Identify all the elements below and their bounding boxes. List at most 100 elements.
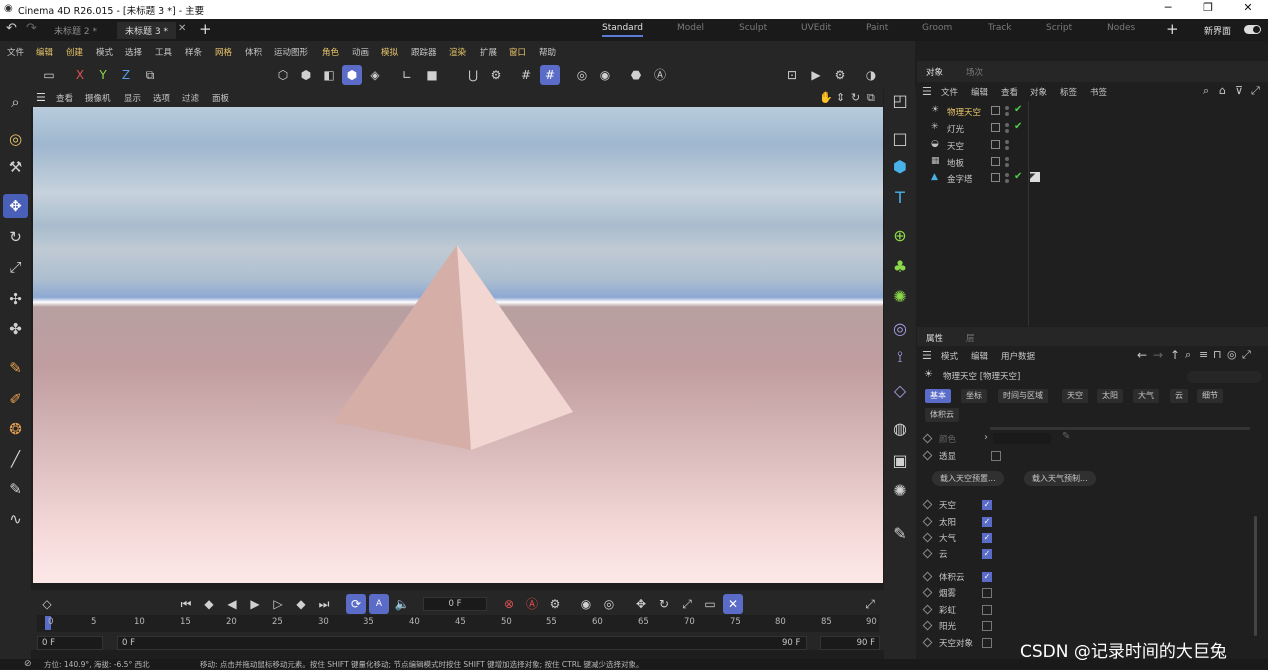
prev-frame-icon[interactable]: ◀ bbox=[222, 594, 242, 614]
visibility-tag-icon[interactable] bbox=[991, 123, 1000, 132]
grid-icon[interactable]: # bbox=[516, 65, 536, 85]
visibility-tag-icon[interactable] bbox=[991, 157, 1000, 166]
forward-arrow-icon[interactable]: → bbox=[1153, 348, 1163, 362]
live-select-icon[interactable]: ◎ bbox=[3, 127, 28, 151]
object-menu-edit[interactable]: 编辑 bbox=[971, 86, 988, 98]
paint-icon[interactable]: ✎ bbox=[3, 477, 28, 501]
go-to-end-icon[interactable]: ⏭ bbox=[314, 594, 334, 614]
workplane-icon[interactable]: ■ bbox=[422, 65, 442, 85]
menu-mode[interactable]: 模式 bbox=[96, 46, 113, 58]
object-row-sky[interactable]: ◒ 天空 bbox=[917, 137, 1268, 153]
object-row-pyramid[interactable]: ▲ 金字塔 ✔ ◤ bbox=[917, 170, 1268, 186]
enabled-check-icon[interactable]: ✔ bbox=[1014, 121, 1022, 132]
tab-objects[interactable]: 对象 bbox=[926, 66, 943, 78]
menu-simulate[interactable]: 模拟 bbox=[381, 46, 398, 58]
transform-icon[interactable]: ✣ bbox=[3, 287, 28, 311]
next-frame-icon[interactable]: ▷ bbox=[268, 594, 288, 614]
lock-icon[interactable]: ⊓ bbox=[1213, 348, 1222, 361]
bend-icon[interactable]: ⟟ bbox=[888, 345, 912, 369]
viewport-menu-display[interactable]: 显示 bbox=[124, 92, 141, 104]
display-icon[interactable]: ◑ bbox=[861, 65, 881, 85]
tab-coordinates[interactable]: 坐标 bbox=[961, 389, 987, 403]
multi-transform-icon[interactable]: ✤ bbox=[3, 317, 28, 341]
move-tool-icon[interactable]: ✥ bbox=[3, 194, 28, 218]
doc-tab-2[interactable]: 未标题 3 * bbox=[117, 22, 176, 39]
menu-spline[interactable]: 样条 bbox=[185, 46, 202, 58]
render-settings-icon[interactable]: ⚙ bbox=[830, 65, 850, 85]
auto-key-icon[interactable]: Ⓐ bbox=[522, 594, 542, 614]
minimize-button[interactable]: ─ bbox=[1154, 1, 1182, 14]
atmosphere-checkbox[interactable]: ✓ bbox=[982, 533, 992, 543]
tab-sky[interactable]: 天空 bbox=[1062, 389, 1088, 403]
layout-sculpt[interactable]: Sculpt bbox=[739, 23, 767, 33]
render-dot-icon[interactable] bbox=[1005, 129, 1009, 133]
load-weather-preset-button[interactable]: 载入天气预制... bbox=[1024, 471, 1096, 486]
back-arrow-icon[interactable]: ← bbox=[1137, 348, 1147, 362]
menu-tools[interactable]: 工具 bbox=[155, 46, 172, 58]
menu-help[interactable]: 帮助 bbox=[539, 46, 556, 58]
new-window-icon[interactable]: ⤢ bbox=[1242, 348, 1251, 362]
rotate-tool-icon[interactable]: ↻ bbox=[3, 225, 28, 249]
editor-dot-icon[interactable] bbox=[1005, 106, 1009, 110]
loop-icon[interactable]: ⟳ bbox=[346, 594, 366, 614]
field-icon[interactable]: ◇ bbox=[888, 379, 912, 403]
polygons-mode-icon[interactable]: ◧ bbox=[319, 65, 339, 85]
menu-render[interactable]: 渲染 bbox=[449, 46, 466, 58]
sketch-icon[interactable]: ✐ bbox=[3, 387, 28, 411]
key-scale-icon[interactable]: ⤢ bbox=[677, 594, 697, 614]
undo-icon[interactable]: ↶ bbox=[6, 21, 17, 36]
polygon-pen-icon[interactable]: ❂ bbox=[3, 417, 28, 441]
current-frame-field[interactable]: 0 F bbox=[423, 597, 487, 611]
tab-attributes[interactable]: 属性 bbox=[926, 332, 943, 344]
sunbeams-checkbox[interactable] bbox=[982, 621, 992, 631]
text-icon[interactable]: T bbox=[888, 186, 912, 210]
render-dot-icon[interactable] bbox=[1005, 179, 1009, 183]
attr-menu-userdata[interactable]: 用户数据 bbox=[1001, 350, 1035, 362]
target-icon[interactable]: ◎ bbox=[1227, 348, 1237, 361]
attr-menu-mode[interactable]: 模式 bbox=[941, 350, 958, 362]
tab-layers[interactable]: 层 bbox=[966, 332, 975, 344]
attr-scrollbar[interactable] bbox=[1254, 516, 1257, 636]
object-menu-bookmarks[interactable]: 书签 bbox=[1090, 86, 1107, 98]
end-frame-field[interactable]: 90 F bbox=[820, 636, 880, 650]
tab-details[interactable]: 细节 bbox=[1197, 389, 1223, 403]
record-icon[interactable]: ⊗ bbox=[499, 594, 519, 614]
editor-dot-icon[interactable] bbox=[1005, 173, 1009, 177]
cloner-cluster-icon[interactable]: ♣ bbox=[888, 255, 912, 279]
axis-z-button[interactable]: Z bbox=[116, 65, 136, 85]
menu-tracker[interactable]: 跟踪器 bbox=[411, 46, 437, 58]
object-icon[interactable]: ⬣ bbox=[626, 65, 646, 85]
points-mode-icon[interactable]: ⬡ bbox=[273, 65, 293, 85]
environment-icon[interactable]: ◍ bbox=[888, 417, 912, 441]
deformer-icon[interactable]: ◎ bbox=[888, 317, 912, 341]
render-dot-icon[interactable] bbox=[1005, 163, 1009, 167]
new-ui-toggle[interactable] bbox=[1244, 25, 1261, 34]
volume-clouds-checkbox[interactable]: ✓ bbox=[982, 572, 992, 582]
tab-basic[interactable]: 基本 bbox=[925, 389, 951, 403]
scale-tool-icon[interactable]: ⤢ bbox=[3, 255, 28, 279]
render-dot-icon[interactable] bbox=[1005, 146, 1009, 150]
select-tool-icon[interactable]: ⚒ bbox=[3, 155, 28, 179]
viewport-menu-options[interactable]: 选项 bbox=[153, 92, 170, 104]
fog-checkbox[interactable] bbox=[982, 588, 992, 598]
edit-icon[interactable]: ✎ bbox=[888, 522, 912, 546]
menu-window[interactable]: 窗口 bbox=[509, 46, 526, 58]
viewport-menu-filter[interactable]: 过滤 bbox=[182, 92, 199, 104]
editor-dot-icon[interactable] bbox=[1005, 157, 1009, 161]
cloner-icon[interactable]: Ⓐ bbox=[650, 65, 670, 85]
object-menu-file[interactable]: 文件 bbox=[941, 86, 958, 98]
object-menu-icon[interactable]: ☰ bbox=[922, 85, 932, 98]
render-region-icon[interactable]: ⊡ bbox=[782, 65, 802, 85]
layout-paint[interactable]: Paint bbox=[866, 23, 888, 33]
enabled-check-icon[interactable]: ✔ bbox=[1014, 171, 1022, 182]
coordinate-system-icon[interactable]: ⧉ bbox=[140, 65, 160, 85]
key-pla-icon[interactable]: ✕ bbox=[723, 594, 743, 614]
menu-select[interactable]: 选择 bbox=[125, 46, 142, 58]
play-icon[interactable]: ▶ bbox=[245, 594, 265, 614]
brush-icon[interactable]: ╱ bbox=[3, 447, 28, 471]
object-menu-tags[interactable]: 标签 bbox=[1060, 86, 1077, 98]
editor-dot-icon[interactable] bbox=[1005, 140, 1009, 144]
close-tab-icon[interactable]: ✕ bbox=[178, 23, 186, 34]
menu-mograph[interactable]: 运动图形 bbox=[274, 46, 308, 58]
attr-search-field[interactable] bbox=[1187, 371, 1262, 383]
